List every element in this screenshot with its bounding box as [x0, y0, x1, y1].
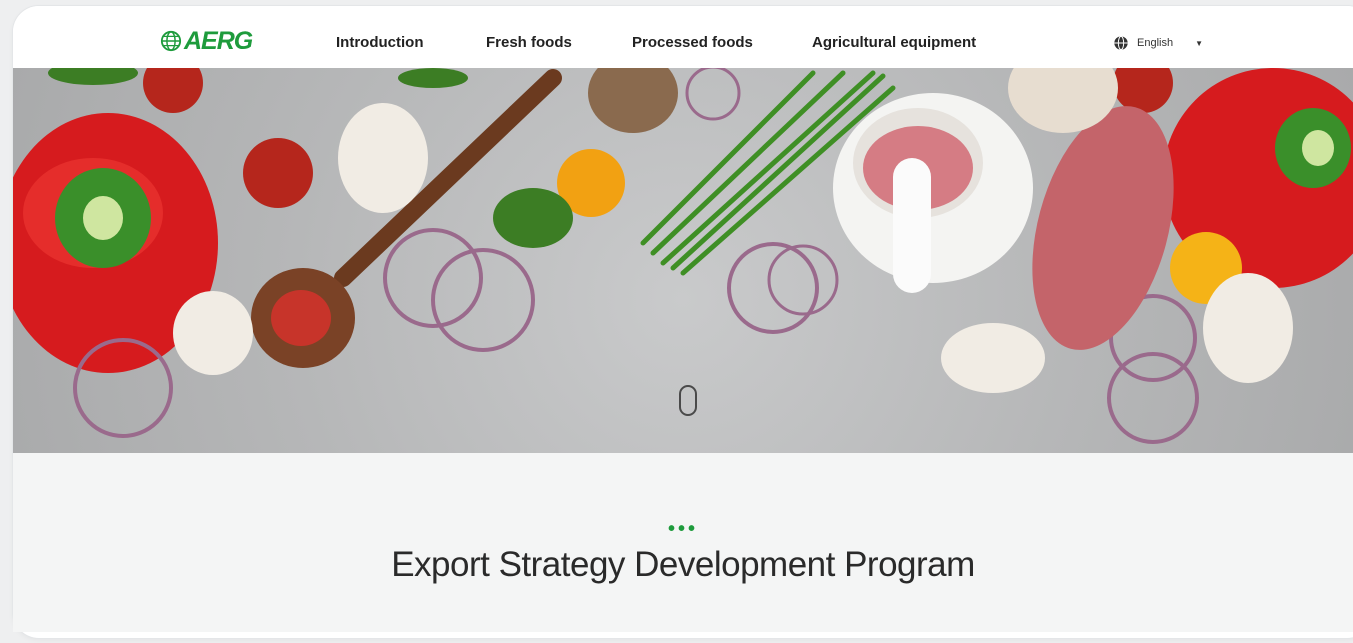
nav-item-introduction[interactable]: Introduction [336, 34, 423, 51]
program-section: ••• Export Strategy Development Program [13, 453, 1353, 632]
nav-item-agricultural-equipment[interactable]: Agricultural equipment [812, 34, 976, 51]
globe-icon [1114, 35, 1128, 51]
top-navigation: AERG Introduction Fresh foods Processed … [13, 6, 1353, 74]
section-title: Export Strategy Development Program [391, 545, 975, 584]
language-selector[interactable]: English ▼ [1113, 35, 1203, 51]
scroll-down-indicator[interactable] [679, 385, 697, 416]
nav-item-processed-foods[interactable]: Processed foods [632, 34, 753, 51]
nav-item-fresh-foods[interactable]: Fresh foods [486, 34, 572, 51]
caret-down-icon: ▼ [1195, 38, 1203, 48]
hero-banner [13, 68, 1353, 453]
language-label: English [1137, 37, 1174, 49]
section-dots: ••• [668, 518, 699, 540]
